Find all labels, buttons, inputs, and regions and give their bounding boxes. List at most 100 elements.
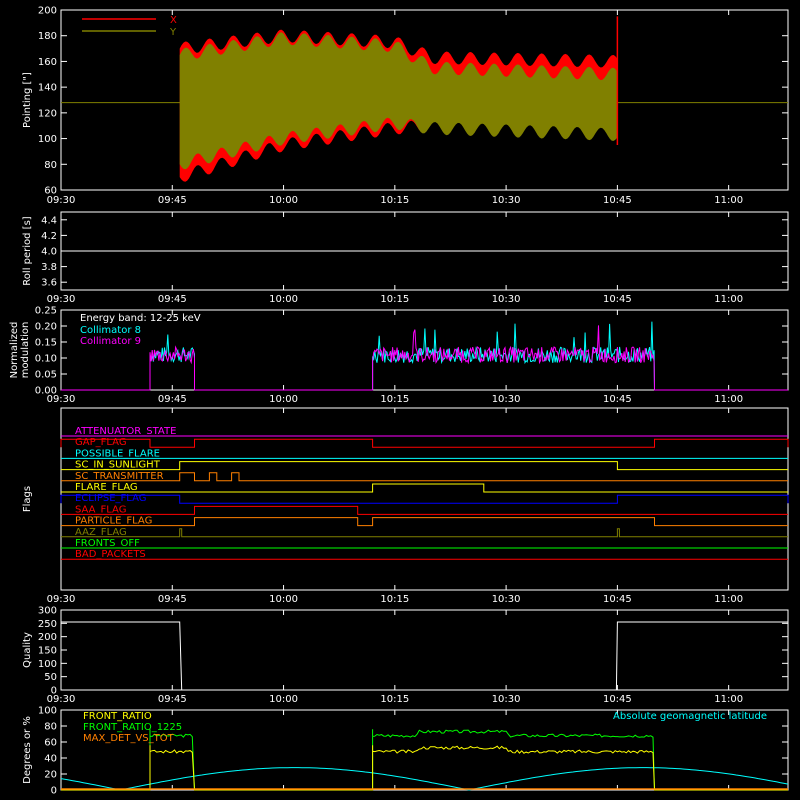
- roll-x-tick-label: 10:30: [492, 294, 521, 305]
- pointing-x-tick-label: 09:45: [158, 195, 187, 206]
- quality-y-tick-label: 250: [38, 619, 57, 630]
- roll-x-tick-label: 09:30: [47, 294, 76, 305]
- modulation-y-label-line: modulation: [20, 322, 31, 379]
- flag-trace-saa-flag: [61, 505, 788, 515]
- roll-x-tick-label: 10:00: [269, 294, 298, 305]
- ratios-y-tick-label: 60: [44, 738, 57, 749]
- flags-x-tick-label: 11:00: [714, 594, 743, 605]
- flag-label-sc-transmitter: SC_TRANSMITTER: [75, 471, 164, 482]
- ratios-legend-label-latitude: Absolute geomagnetic latitude: [613, 711, 767, 722]
- modulation-y-tick-label: 0.25: [35, 306, 57, 317]
- modulation-y-tick-label: 0.20: [35, 322, 57, 333]
- roll-y-tick-label: 4.0: [41, 247, 57, 258]
- modulation-x-tick-label: 11:00: [714, 394, 743, 405]
- modulation-x-tick-label: 10:45: [603, 394, 632, 405]
- flags-x-tick-label: 10:00: [269, 594, 298, 605]
- quality-y-tick-label: 300: [38, 606, 57, 617]
- ratios-y-tick-label: 80: [44, 722, 57, 733]
- flag-label-flare-flag: FLARE_FLAG: [75, 482, 138, 493]
- pointing-x-tick-label: 10:45: [603, 195, 632, 206]
- flags-panel: Flags 09:30 09:45 10:00 10:15 10:30 10:45 11:00…: [22, 407, 789, 605]
- ratios-y-tick-label: 100: [38, 706, 57, 717]
- modulation-y-tick-label: 0.15: [35, 338, 57, 349]
- modulation-legend-label-9: Collimator 9: [80, 336, 141, 347]
- pointing-x-tick-label: 11:00: [714, 195, 743, 206]
- pointing-legend-label-x: X: [170, 15, 177, 26]
- ratios-y-tick-label: 0: [51, 786, 57, 797]
- ratios-y-label: Degrees or %: [22, 716, 33, 784]
- modulation-y-label-line: Normalized: [9, 322, 20, 379]
- pointing-y-tick-label: 140: [38, 83, 57, 94]
- flag-trace-particle-flag: [61, 517, 788, 527]
- flag-trace-aaz-flag: [61, 528, 788, 538]
- quality-x-tick-label: 10:45: [603, 694, 632, 705]
- roll-y-tick-label: 3.8: [41, 262, 57, 273]
- flags-x-tick-label: 10:30: [492, 594, 521, 605]
- ratios-series-latitude: [60, 767, 789, 791]
- flag-label-particle-flag: PARTICLE_FLAG: [75, 516, 152, 527]
- flag-trace-sc-in-sunlight: [61, 461, 788, 471]
- roll-y-tick-label: 4.4: [41, 215, 57, 226]
- quality-x-tick-label: 10:30: [492, 694, 521, 705]
- flags-y-label: Flags: [22, 486, 33, 512]
- pointing-x-tick-label: 10:30: [492, 195, 521, 206]
- flags-x-tick-label: 10:45: [603, 594, 632, 605]
- quality-y-tick-label: 200: [38, 632, 57, 643]
- flag-label-fronts-off: FRONTS_OFF: [75, 538, 140, 549]
- quality-y-label: Quality: [22, 632, 33, 668]
- flag-label-saa-flag: SAA_FLAG: [75, 504, 126, 515]
- quality-y-tick-label: 150: [38, 646, 57, 657]
- quality-x-tick-label: 10:00: [269, 694, 298, 705]
- flags-x-tick-label: 09:45: [158, 594, 187, 605]
- modulation-y-label: Normalizedmodulation: [9, 322, 31, 379]
- quality-trace: [61, 621, 788, 691]
- modulation-y-tick-label: 0.05: [35, 370, 57, 381]
- ratios-legend-label-front-ratio: FRONT_RATIO: [83, 711, 152, 722]
- roll-x-tick-label: 09:45: [158, 294, 187, 305]
- flag-label-sc-in-sunlight: SC_IN_SUNLIGHT: [75, 460, 161, 471]
- flag-label-attenuator-state: ATTENUATOR_STATE: [75, 426, 176, 437]
- pointing-panel: 6080100120140160180200Pointing ["]XY: [22, 6, 789, 197]
- flag-label-possible-flare: POSSIBLE_FLARE: [75, 448, 160, 459]
- modulation-x-tick-label: 10:15: [380, 394, 409, 405]
- modulation-series-8: [61, 321, 788, 391]
- quality-x-tick-label: 11:00: [714, 694, 743, 705]
- quality-y-tick-label: 50: [44, 672, 57, 683]
- flag-trace-flare-flag: [61, 483, 788, 493]
- roll-y-label: Roll period [s]: [22, 216, 33, 285]
- modulation-legend-label-8: Collimator 8: [80, 325, 141, 336]
- ratios-series-front-ratio: [61, 745, 788, 791]
- pointing-y-tick-label: 80: [44, 160, 57, 171]
- pointing-legend-label-y: Y: [169, 27, 177, 38]
- quicklook-plot: 60 80 100 120 140 160 180 200 Pointing ["] X Y 3.6 3…: [0, 0, 800, 800]
- flag-trace-gap-flag: [60, 438, 789, 448]
- modulation-x-tick-label: 09:45: [158, 394, 187, 405]
- ratios-legend-label-front-ratio-1225: FRONT_RATIO_1225: [83, 722, 182, 733]
- modulation-y-tick-label: 0.10: [35, 354, 57, 365]
- pointing-y-tick-label: 160: [38, 57, 57, 68]
- quicklook-plot-canvas: 6080100120140160180200Pointing ["]XY3.63…: [9, 6, 789, 797]
- roll-x-tick-label: 10:15: [380, 294, 409, 305]
- flag-label-aaz-flag: AAZ_FLAG: [75, 527, 127, 538]
- quality-y-label-line: Quality: [22, 632, 33, 668]
- modulation-energy-band-label: Energy band: 12-25 keV: [80, 313, 201, 324]
- pointing-y-tick-label: 200: [38, 6, 57, 17]
- pointing-x-tick-label: 10:00: [269, 195, 298, 206]
- pointing-x-tick-label: 10:15: [380, 195, 409, 206]
- modulation-panel: 0.000.050.100.150.200.25Normalizedmodula…: [9, 306, 789, 405]
- roll-x-tick-label: 10:45: [603, 294, 632, 305]
- pointing-x-tick-label: 09:30: [47, 195, 76, 206]
- flags-y-label-line: Flags: [22, 486, 33, 512]
- modulation-x-tick-label: 09:30: [47, 394, 76, 405]
- modulation-x-tick-label: 10:00: [269, 394, 298, 405]
- pointing-y-tick-label: 180: [38, 31, 57, 42]
- roll-panel: 3.6 3.8 4.0 4.2 4.4 Roll period [s] 09:30 09:45…: [22, 195, 789, 305]
- pointing-y-label-line: Pointing ["]: [22, 72, 33, 128]
- roll-x-tick-label: 11:00: [714, 294, 743, 305]
- flags-x-tick-label: 09:30: [47, 594, 76, 605]
- ratios-legend-label-max-det-vs-tot: MAX_DET_VS_TOT: [83, 733, 175, 744]
- roll-y-label-line: Roll period [s]: [22, 216, 33, 285]
- quality-x-tick-label: 10:15: [380, 694, 409, 705]
- ratios-panel: 0 20 40 60 80 100 Degrees or % FRONT_RATIOFRONT…: [22, 706, 789, 797]
- modulation-x-tick-label: 10:30: [492, 394, 521, 405]
